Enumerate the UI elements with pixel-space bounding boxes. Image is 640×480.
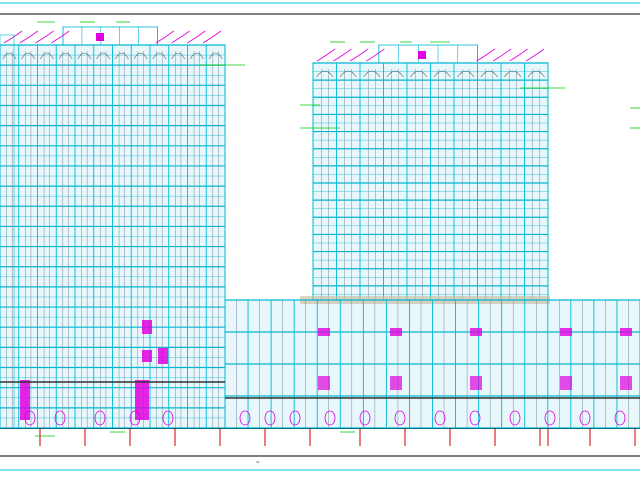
podium-accent	[470, 376, 482, 390]
roof-edge-left	[349, 48, 369, 62]
podium-accent	[470, 328, 482, 336]
podium-accent	[318, 328, 330, 336]
podium-accent	[620, 376, 632, 390]
tower-left	[0, 26, 226, 429]
podium-accent	[560, 328, 572, 336]
column-markers	[39, 428, 636, 446]
roof-edge-left	[51, 30, 70, 44]
roof-edge-left	[316, 48, 336, 62]
accent-panel	[142, 320, 152, 334]
roof-edge-right	[509, 48, 528, 62]
crown-accent	[418, 51, 426, 59]
roof-edge-left	[366, 48, 385, 62]
roof-edge-right	[187, 30, 206, 44]
roof-edge-left	[3, 30, 23, 44]
accent-panel	[20, 380, 30, 420]
crown-accent	[96, 33, 104, 41]
elevation-drawing	[0, 2, 640, 471]
accent-panel	[142, 350, 152, 362]
roof-edge-right	[492, 48, 512, 62]
tower-right	[312, 44, 549, 304]
roof-edge-right	[476, 48, 495, 62]
roof-edge-right	[155, 30, 174, 44]
podium-accent	[390, 328, 402, 336]
podium-accent	[620, 328, 632, 336]
roof-edge-left	[333, 48, 352, 62]
roof-edge-left	[19, 30, 38, 44]
podium-accent	[318, 376, 330, 390]
tower-crown	[62, 26, 158, 46]
podium-accent	[390, 376, 402, 390]
roof-edge-left	[35, 30, 54, 44]
accent-panel	[158, 348, 168, 364]
scale-mark: ~	[256, 459, 260, 466]
tower-crown	[378, 44, 478, 64]
roof-edge-right	[525, 48, 545, 62]
accent-panel	[135, 380, 149, 420]
podium-accent	[560, 376, 572, 390]
roof-edge-right	[171, 30, 190, 44]
roof-edge-right	[202, 30, 222, 44]
